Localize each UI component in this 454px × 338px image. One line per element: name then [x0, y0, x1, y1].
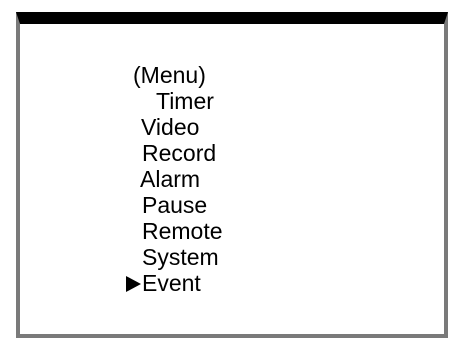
- pointer-arrow-icon: [126, 276, 141, 292]
- menu-item-alarm[interactable]: Alarm: [140, 166, 200, 192]
- menu-item-record[interactable]: Record: [142, 140, 216, 166]
- menu-item-event[interactable]: Event: [142, 270, 201, 296]
- menu-item-video[interactable]: Video: [141, 114, 199, 140]
- menu-item-timer[interactable]: Timer: [156, 88, 214, 114]
- menu-item-system[interactable]: System: [142, 244, 219, 270]
- menu-item-remote[interactable]: Remote: [142, 218, 223, 244]
- menu-window: (Menu) Timer Video Record Alarm Pause Re…: [16, 12, 448, 338]
- menu-title: (Menu): [133, 62, 206, 88]
- menu-item-pause[interactable]: Pause: [142, 192, 207, 218]
